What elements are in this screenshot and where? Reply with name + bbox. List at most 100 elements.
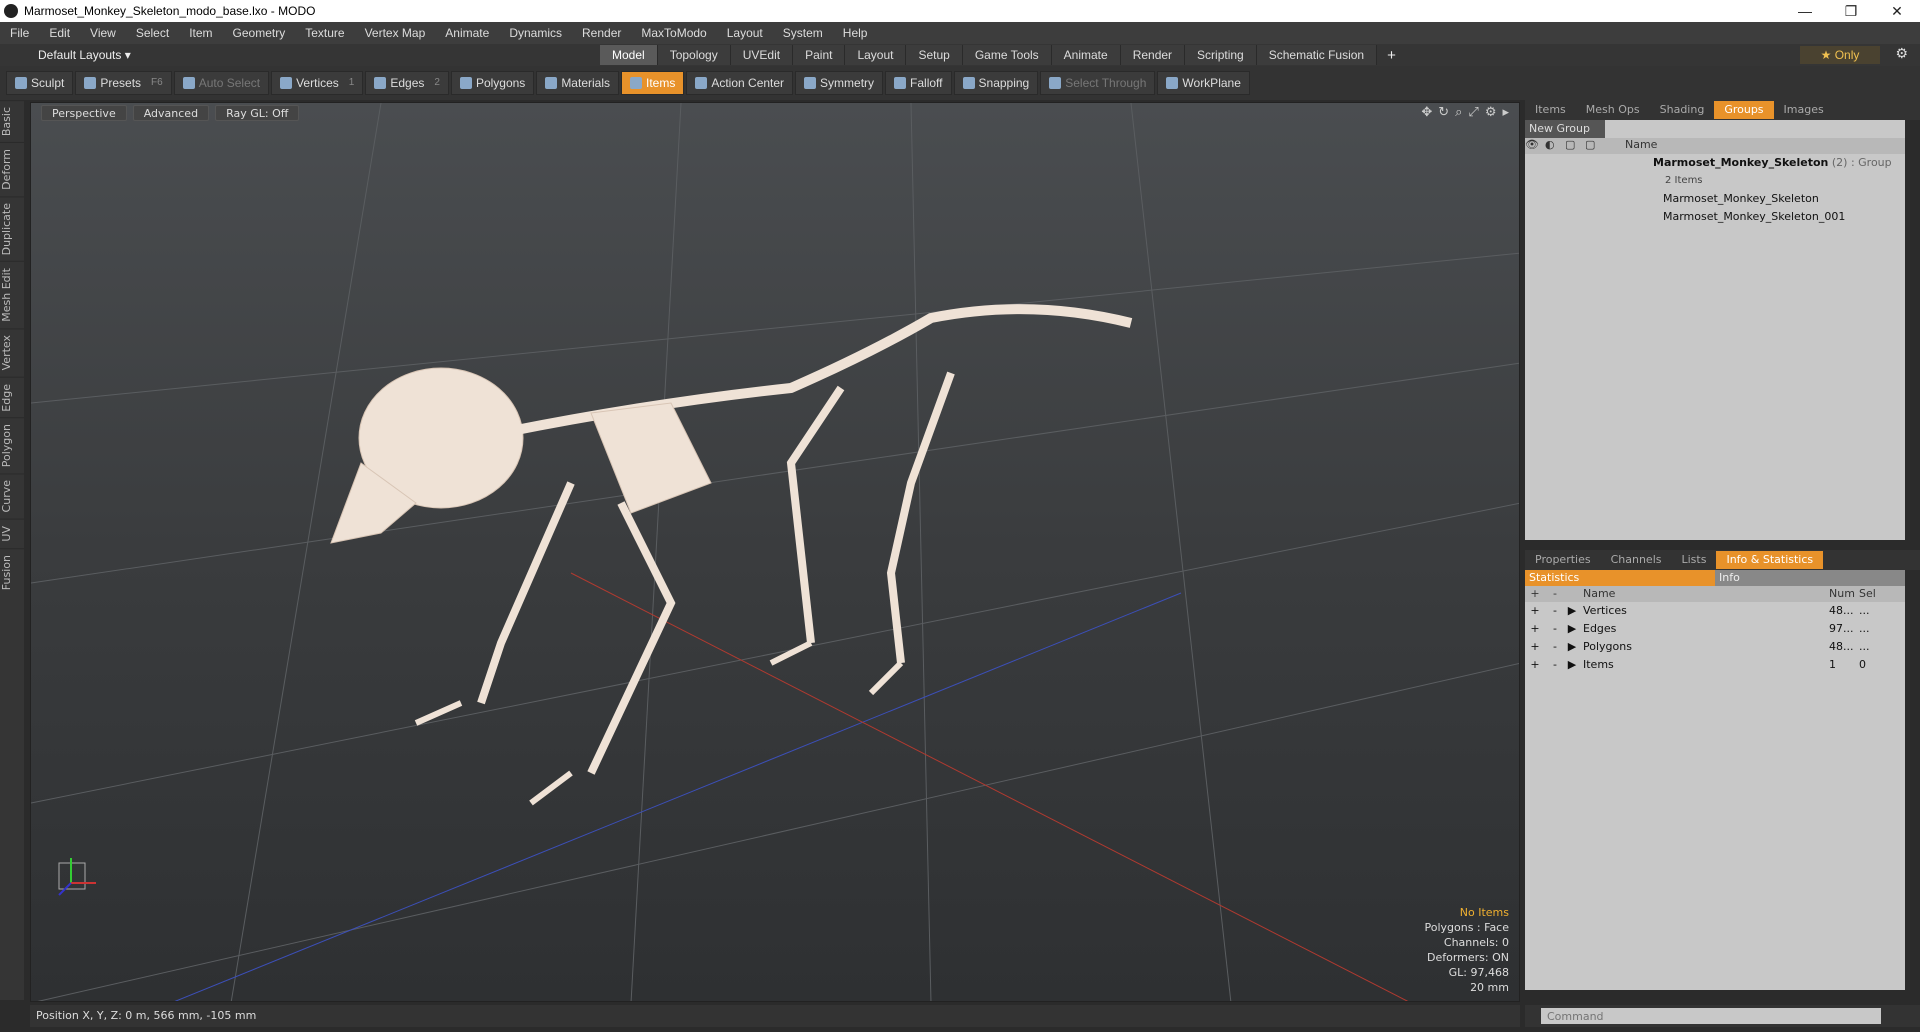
sidetab-polygon[interactable]: Polygon xyxy=(0,417,24,474)
sidetab-duplicate[interactable]: Duplicate xyxy=(0,196,24,262)
edges-button[interactable]: Edges 2 xyxy=(365,71,449,95)
stat-row-vertices[interactable]: + - ▶ Vertices 48... ... xyxy=(1525,602,1905,620)
add-tab-button[interactable]: + xyxy=(1377,47,1406,64)
tab-uvedit[interactable]: UVEdit xyxy=(730,45,794,65)
tab-setup[interactable]: Setup xyxy=(906,45,963,65)
viewport-settings-icon[interactable]: ⚙ xyxy=(1485,105,1497,120)
command-input[interactable] xyxy=(1541,1008,1881,1024)
tab-render[interactable]: Render xyxy=(1120,45,1186,65)
3d-viewport[interactable]: Perspective Advanced Ray GL: Off ✥ ↻ ⌕ ⤢… xyxy=(30,102,1520,1002)
tab-mesh-ops[interactable]: Mesh Ops xyxy=(1576,101,1650,119)
auto-select-button[interactable]: Auto Select xyxy=(173,71,270,95)
symmetry-button[interactable]: Symmetry xyxy=(795,71,884,95)
only-button[interactable]: ★ Only xyxy=(1800,46,1880,64)
menu-view[interactable]: View xyxy=(80,26,126,40)
menu-item[interactable]: Item xyxy=(179,26,222,40)
polygons-button[interactable]: Polygons xyxy=(450,71,535,95)
tab-groups[interactable]: Groups xyxy=(1714,101,1774,119)
tab-layout[interactable]: Layout xyxy=(845,45,907,65)
vertices-button[interactable]: Vertices 1 xyxy=(271,71,364,95)
group-child-skeleton[interactable]: Marmoset_Monkey_Skeleton xyxy=(1525,190,1905,208)
tab-channels[interactable]: Channels xyxy=(1601,551,1672,569)
menu-vertex-map[interactable]: Vertex Map xyxy=(355,26,436,40)
sidetab-vertex[interactable]: Vertex xyxy=(0,328,24,377)
maximize-button[interactable]: ❐ xyxy=(1828,3,1874,20)
sidetab-curve[interactable]: Curve xyxy=(0,473,24,519)
shading-advanced-button[interactable]: Advanced xyxy=(132,105,210,121)
menu-geometry[interactable]: Geometry xyxy=(223,26,296,40)
tab-topology[interactable]: Topology xyxy=(657,45,731,65)
menu-file[interactable]: File xyxy=(0,26,39,40)
menu-maxtomodo[interactable]: MaxToModo xyxy=(631,26,716,40)
subtab-statistics[interactable]: Statistics xyxy=(1525,570,1715,586)
sidetab-deform[interactable]: Deform xyxy=(0,142,24,197)
remove-icon[interactable]: - xyxy=(1545,638,1565,656)
workplane-button[interactable]: WorkPlane xyxy=(1157,71,1250,95)
expand-icon[interactable]: ▸ xyxy=(1502,105,1509,120)
tab-schematic-fusion[interactable]: Schematic Fusion xyxy=(1256,45,1378,65)
expand-arrow-icon[interactable]: ▶ xyxy=(1565,620,1579,638)
select-icon[interactable]: ▢ xyxy=(1585,138,1605,154)
add-icon[interactable]: + xyxy=(1525,602,1545,620)
remove-icon[interactable]: - xyxy=(1545,602,1565,620)
gear-icon[interactable]: ⚙ xyxy=(1895,45,1908,62)
visibility-icon[interactable]: 👁 xyxy=(1525,138,1545,154)
tab-lists[interactable]: Lists xyxy=(1672,551,1717,569)
falloff-button[interactable]: Falloff xyxy=(885,71,952,95)
close-button[interactable]: ✕ xyxy=(1874,3,1920,20)
sculpt-button[interactable]: Sculpt xyxy=(6,71,74,95)
pan-icon[interactable]: ✥ xyxy=(1421,105,1432,120)
sidetab-mesh-edit[interactable]: Mesh Edit xyxy=(0,261,24,329)
sidetab-basic[interactable]: Basic xyxy=(0,100,24,143)
menu-system[interactable]: System xyxy=(773,26,833,40)
presets-button[interactable]: Presets F6 xyxy=(75,71,172,95)
menu-select[interactable]: Select xyxy=(126,26,179,40)
group-child-skeleton-001[interactable]: Marmoset_Monkey_Skeleton_001 xyxy=(1525,208,1905,226)
tab-info-statistics[interactable]: Info & Statistics xyxy=(1716,551,1824,569)
items-button[interactable]: Items xyxy=(621,71,685,95)
stat-row-edges[interactable]: + - ▶ Edges 97... ... xyxy=(1525,620,1905,638)
sidetab-uv[interactable]: UV xyxy=(0,518,24,548)
tab-properties[interactable]: Properties xyxy=(1525,551,1601,569)
menu-dynamics[interactable]: Dynamics xyxy=(499,26,572,40)
lock-icon[interactable]: ▢ xyxy=(1565,138,1585,154)
tab-items[interactable]: Items xyxy=(1525,101,1576,119)
tab-animate[interactable]: Animate xyxy=(1051,45,1121,65)
subtab-info[interactable]: Info xyxy=(1715,570,1905,586)
select-through-button[interactable]: Select Through xyxy=(1040,71,1156,95)
group-row[interactable]: Marmoset_Monkey_Skeleton (2) : Group xyxy=(1525,154,1905,172)
new-group-button[interactable]: New Group xyxy=(1525,120,1605,138)
stat-row-polygons[interactable]: + - ▶ Polygons 48... ... xyxy=(1525,638,1905,656)
menu-edit[interactable]: Edit xyxy=(39,26,80,40)
view-perspective-button[interactable]: Perspective xyxy=(41,105,127,121)
sidetab-edge[interactable]: Edge xyxy=(0,376,24,418)
sidetab-fusion[interactable]: Fusion xyxy=(0,547,24,596)
menu-render[interactable]: Render xyxy=(572,26,631,40)
add-icon[interactable]: + xyxy=(1525,638,1545,656)
rotate-icon[interactable]: ↻ xyxy=(1438,105,1449,120)
remove-icon[interactable]: - xyxy=(1545,620,1565,638)
tab-paint[interactable]: Paint xyxy=(793,45,846,65)
tab-images[interactable]: Images xyxy=(1774,101,1834,119)
tab-game-tools[interactable]: Game Tools xyxy=(962,45,1052,65)
raygl-button[interactable]: Ray GL: Off xyxy=(215,105,300,121)
snapping-button[interactable]: Snapping xyxy=(953,71,1039,95)
menu-layout[interactable]: Layout xyxy=(717,26,773,40)
remove-icon[interactable]: - xyxy=(1545,656,1565,674)
menu-texture[interactable]: Texture xyxy=(295,26,354,40)
zoom-icon[interactable]: ⌕ xyxy=(1455,105,1462,120)
render-icon[interactable]: ◐ xyxy=(1545,138,1565,154)
expand-arrow-icon[interactable]: ▶ xyxy=(1565,602,1579,620)
menu-help[interactable]: Help xyxy=(833,26,878,40)
expand-arrow-icon[interactable]: ▶ xyxy=(1565,638,1579,656)
fit-icon[interactable]: ⤢ xyxy=(1468,105,1478,120)
menu-animate[interactable]: Animate xyxy=(435,26,499,40)
materials-button[interactable]: Materials xyxy=(536,71,619,95)
action-center-button[interactable]: Action Center xyxy=(686,71,794,95)
layout-selector[interactable]: Default Layouts ▾ xyxy=(0,48,600,62)
tab-shading[interactable]: Shading xyxy=(1650,101,1715,119)
add-icon[interactable]: + xyxy=(1525,656,1545,674)
tab-model[interactable]: Model xyxy=(600,45,658,65)
tab-scripting[interactable]: Scripting xyxy=(1185,45,1257,65)
minimize-button[interactable]: — xyxy=(1782,3,1828,19)
